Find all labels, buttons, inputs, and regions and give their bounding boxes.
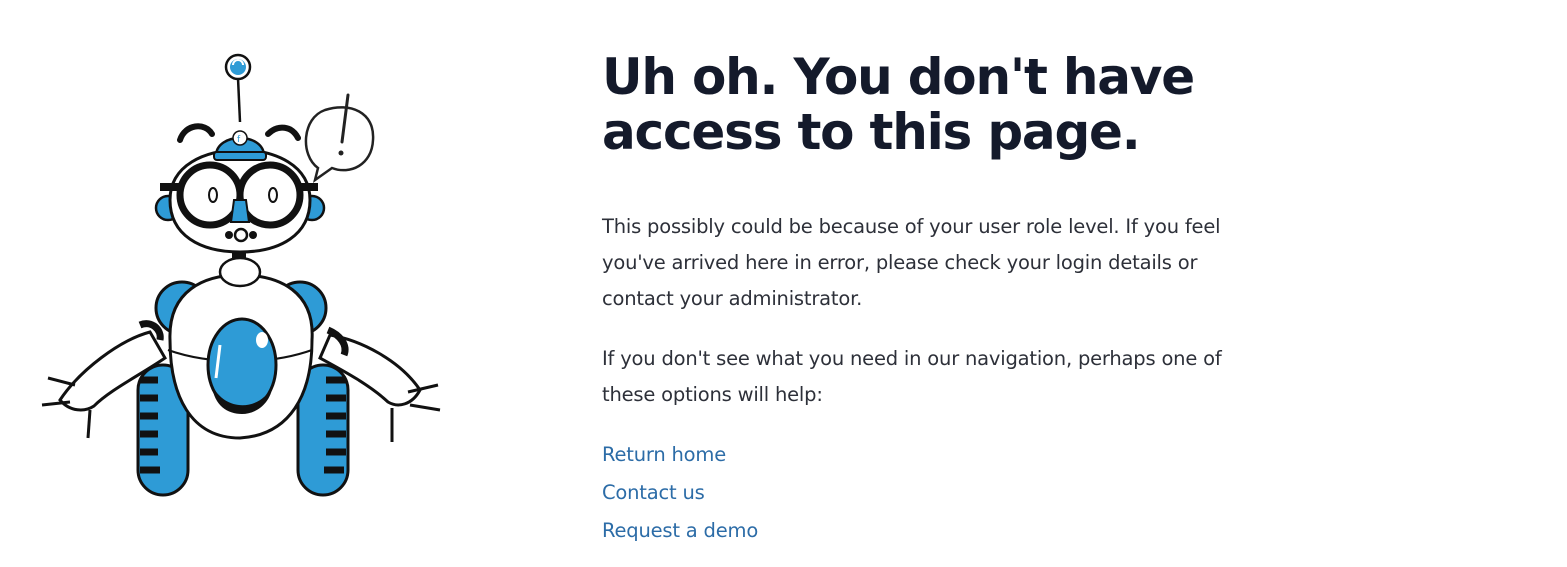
robot-mascot-icon: f	[41, 53, 441, 497]
antenna-icon	[224, 53, 252, 123]
list-item: Request a demo	[602, 513, 1242, 551]
list-item: Return home	[602, 437, 1242, 475]
list-item: Contact us	[602, 475, 1242, 513]
access-explanation: This possibly could be because of your u…	[602, 215, 1221, 310]
help-intro: If you don't see what you need in our na…	[602, 347, 1222, 406]
return-home-link[interactable]: Return home	[602, 443, 726, 466]
contact-us-link[interactable]: Contact us	[602, 481, 705, 504]
help-links: Return home Contact us Request a demo	[602, 437, 1242, 551]
cap-icon: f	[213, 130, 267, 161]
page-title: Uh oh. You don't have access to this pag…	[602, 48, 1195, 161]
error-content: Uh oh. You don't have access to this pag…	[602, 50, 1242, 567]
request-demo-link[interactable]: Request a demo	[602, 519, 758, 542]
robot-head: f	[154, 123, 326, 254]
speech-bubble-exclamation-icon	[304, 93, 375, 183]
robot-illustration: f	[30, 40, 460, 510]
